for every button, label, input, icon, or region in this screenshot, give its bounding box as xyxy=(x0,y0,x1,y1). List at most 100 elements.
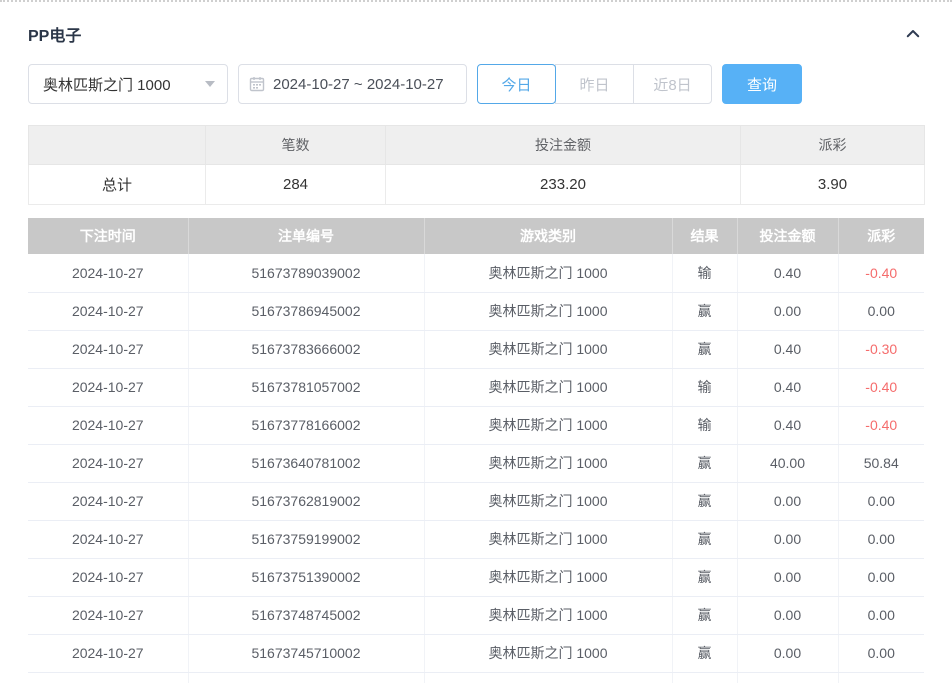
game-type-cell: 奥林匹斯之门 1000 xyxy=(424,634,673,673)
table-row: 2024-10-27 51673745710002 奥林匹斯之门 1000 赢 0.00… xyxy=(28,634,924,673)
table-row: 2024-10-27 51673778166002 奥林匹斯之门 1000 输 0.40… xyxy=(28,406,924,445)
payout-cell: 0.00 xyxy=(838,558,924,597)
payout-cell: 0.00 xyxy=(838,482,924,521)
payout-cell: 50.84 xyxy=(838,444,924,483)
date-range-value: 2024-10-27 ~ 2024-10-27 xyxy=(273,75,444,93)
yesterday-button[interactable]: 昨日 xyxy=(555,64,634,104)
header-bet-time: 下注时间 xyxy=(28,218,189,254)
bet-time-cell: 2024-10-27 xyxy=(28,254,189,293)
bet-time-cell: 2024-10-27 xyxy=(28,406,189,445)
bets-table-body: 2024-10-27 51673789039002 奥林匹斯之门 1000 输 0.40… xyxy=(28,254,924,683)
summary-table: 笔数 投注金额 派彩 总计 284 233.20 3.90 xyxy=(28,125,925,205)
game-type-cell: 奥林匹斯之门 1000 xyxy=(424,444,673,483)
result-cell: 赢 xyxy=(672,444,738,483)
chevron-down-icon xyxy=(205,81,215,87)
game-type-cell xyxy=(424,672,673,683)
table-row: 2024-10-27 51673748745002 奥林匹斯之门 1000 赢 0.00… xyxy=(28,596,924,635)
bets-table-header-row: 下注时间 注单编号 游戏类别 结果 投注金额 派彩 xyxy=(28,218,924,254)
result-cell: 赢 xyxy=(672,634,738,673)
game-type-cell: 奥林匹斯之门 1000 xyxy=(424,596,673,635)
calendar-icon xyxy=(249,76,265,92)
today-button[interactable]: 今日 xyxy=(477,64,556,104)
header-payout: 派彩 xyxy=(838,218,924,254)
bet-time-cell: 2024-10-27 xyxy=(28,368,189,407)
table-row: 2024-10-27 51673762819002 奥林匹斯之门 1000 赢 0.00… xyxy=(28,482,924,521)
bet-time-cell: 2024-10-27 xyxy=(28,482,189,521)
bets-table: 下注时间 注单编号 游戏类别 结果 投注金额 派彩 2024-10-27 5167… xyxy=(28,218,924,683)
result-cell: 输 xyxy=(672,406,738,445)
bet-amount-cell: 0.40 xyxy=(737,368,839,407)
date-range-input[interactable]: 2024-10-27 ~ 2024-10-27 xyxy=(238,64,467,104)
summary-total-row: 总计 284 233.20 3.90 xyxy=(28,164,925,205)
bet-time-cell: 2024-10-27 xyxy=(28,596,189,635)
bet-amount-cell: 0.40 xyxy=(737,254,839,293)
bet-amount-cell: 0.00 xyxy=(737,634,839,673)
bet-id-cell: 51673759199002 xyxy=(188,520,425,559)
result-cell xyxy=(672,672,738,683)
chevron-up-icon xyxy=(904,25,922,43)
payout-cell: 0.00 xyxy=(838,292,924,331)
result-cell: 输 xyxy=(672,254,738,293)
table-row: 2024-10-27 51673783666002 奥林匹斯之门 1000 赢 0.40… xyxy=(28,330,924,369)
payout-cell: -0.40 xyxy=(838,368,924,407)
quick-range-group: 今日 昨日 近8日 xyxy=(477,64,712,104)
game-select-value: 奥林匹斯之门 1000 xyxy=(43,76,171,94)
pp-electronic-panel: PP电子 奥林匹斯之门 1000 2024-10-27 ~ 2024-10-27… xyxy=(0,0,952,683)
bet-time-cell xyxy=(28,672,189,683)
game-type-cell: 奥林匹斯之门 1000 xyxy=(424,254,673,293)
bet-id-cell: 51673745710002 xyxy=(188,634,425,673)
table-row: 2024-10-27 51673786945002 奥林匹斯之门 1000 赢 0.00… xyxy=(28,292,924,331)
payout-cell: -0.30 xyxy=(838,330,924,369)
bet-id-cell: 51673762819002 xyxy=(188,482,425,521)
summary-header-payout: 派彩 xyxy=(740,125,925,165)
filter-bar: 奥林匹斯之门 1000 2024-10-27 ~ 2024-10-27 今日 昨… xyxy=(28,64,924,104)
summary-header-bet-amount: 投注金额 xyxy=(385,125,741,165)
table-row: 2024-10-27 51673759199002 奥林匹斯之门 1000 赢 0.00… xyxy=(28,520,924,559)
summary-total-count: 284 xyxy=(205,164,386,205)
game-type-cell: 奥林匹斯之门 1000 xyxy=(424,292,673,331)
table-row: 2024-10-27 51673789039002 奥林匹斯之门 1000 输 0.40… xyxy=(28,254,924,293)
payout-cell: -0.40 xyxy=(838,406,924,445)
result-cell: 赢 xyxy=(672,330,738,369)
game-select[interactable]: 奥林匹斯之门 1000 xyxy=(28,64,228,104)
bet-amount-cell: 0.40 xyxy=(737,330,839,369)
summary-header-blank xyxy=(28,125,206,165)
bet-time-cell: 2024-10-27 xyxy=(28,520,189,559)
collapse-button[interactable] xyxy=(902,23,924,45)
bet-amount-cell xyxy=(737,672,839,683)
bet-id-cell: 51673640781002 xyxy=(188,444,425,483)
summary-header-row: 笔数 投注金额 派彩 xyxy=(28,125,925,165)
result-cell: 赢 xyxy=(672,482,738,521)
bet-amount-cell: 40.00 xyxy=(737,444,839,483)
bet-id-cell: 51673751390002 xyxy=(188,558,425,597)
summary-total-payout: 3.90 xyxy=(740,164,925,205)
game-type-cell: 奥林匹斯之门 1000 xyxy=(424,482,673,521)
table-row-partial xyxy=(28,672,924,683)
table-row: 2024-10-27 51673751390002 奥林匹斯之门 1000 赢 0.00… xyxy=(28,558,924,597)
game-type-cell: 奥林匹斯之门 1000 xyxy=(424,330,673,369)
result-cell: 输 xyxy=(672,368,738,407)
game-type-cell: 奥林匹斯之门 1000 xyxy=(424,558,673,597)
result-cell: 赢 xyxy=(672,292,738,331)
payout-cell xyxy=(838,672,924,683)
game-type-cell: 奥林匹斯之门 1000 xyxy=(424,368,673,407)
bet-amount-cell: 0.00 xyxy=(737,292,839,331)
header-game-type: 游戏类别 xyxy=(424,218,673,254)
bet-id-cell: 51673778166002 xyxy=(188,406,425,445)
header-bet-amount: 投注金额 xyxy=(737,218,839,254)
result-cell: 赢 xyxy=(672,520,738,559)
last-8-days-button[interactable]: 近8日 xyxy=(633,64,712,104)
bet-id-cell: 51673789039002 xyxy=(188,254,425,293)
bet-amount-cell: 0.00 xyxy=(737,520,839,559)
bet-id-cell: 51673781057002 xyxy=(188,368,425,407)
bet-id-cell xyxy=(188,672,425,683)
panel-header: PP电子 xyxy=(28,2,924,45)
summary-total-label: 总计 xyxy=(28,164,206,205)
page-title: PP电子 xyxy=(28,28,82,45)
bet-time-cell: 2024-10-27 xyxy=(28,444,189,483)
bet-id-cell: 51673748745002 xyxy=(188,596,425,635)
summary-total-bet-amount: 233.20 xyxy=(385,164,741,205)
search-button[interactable]: 查询 xyxy=(722,64,802,104)
bet-id-cell: 51673786945002 xyxy=(188,292,425,331)
bet-amount-cell: 0.40 xyxy=(737,406,839,445)
